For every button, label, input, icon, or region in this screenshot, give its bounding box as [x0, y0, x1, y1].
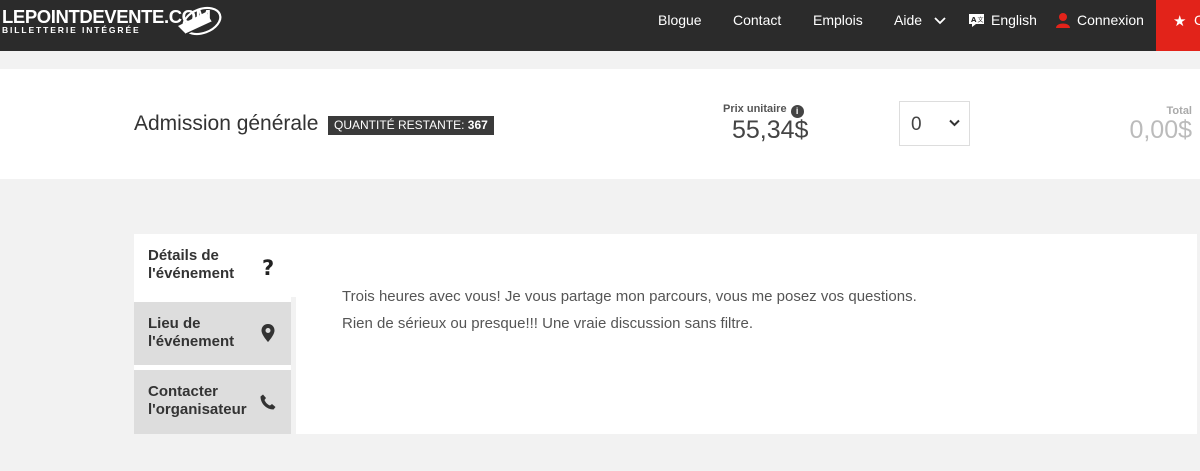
description-line-1: Trois heures avec vous! Je vous partage … [342, 288, 917, 305]
quantity-select[interactable]: 0 [899, 101, 970, 146]
svg-text:文: 文 [978, 16, 984, 24]
site-logo[interactable]: LEPOINTDEVENTE.COM BILLETTERIE INTÉGRÉE [0, 4, 230, 44]
event-description: Trois heures avec vous! Je vous partage … [342, 283, 917, 337]
cart-label: C [1194, 12, 1200, 28]
top-navbar: LEPOINTDEVENTE.COM BILLETTERIE INTÉGRÉE … [0, 0, 1200, 51]
tab-event-location[interactable]: Lieu de l'événement [134, 302, 291, 365]
user-icon [1056, 13, 1070, 28]
unit-price-label-text: Prix unitaire [723, 103, 787, 115]
unit-price-value: 55,34$ [732, 116, 809, 144]
question-icon: ? [262, 256, 275, 280]
language-switch-link[interactable]: A 文 English [968, 12, 1037, 28]
login-label: Connexion [1077, 12, 1144, 28]
phone-icon [260, 394, 276, 410]
tab-contact-organizer-label: Contacter l'organisateur [148, 383, 247, 418]
tab-event-details-label: Détails de l'événement [148, 247, 235, 282]
remaining-quantity-badge: QUANTITÉ RESTANTE: 367 [328, 116, 494, 135]
cart-button[interactable]: ★ C [1156, 0, 1200, 51]
login-link[interactable]: Connexion [1055, 12, 1144, 28]
logo-tagline: BILLETTERIE INTÉGRÉE [2, 25, 141, 35]
tab-event-location-label: Lieu de l'événement [148, 315, 235, 350]
translate-icon: A 文 [969, 14, 984, 27]
ticket-name: Admission générale [134, 112, 319, 135]
tab-contact-organizer[interactable]: Contacter l'organisateur [134, 370, 291, 434]
tab-divider [291, 297, 296, 434]
ticket-logo-icon [178, 6, 222, 36]
description-line-2: Rien de sérieux ou presque!!! Une vraie … [342, 315, 754, 332]
ticket-row: Admission générale QUANTITÉ RESTANTE: 36… [0, 69, 1200, 179]
nav-blogue-link[interactable]: Blogue [658, 12, 702, 28]
language-label: English [991, 12, 1037, 28]
remaining-label: QUANTITÉ RESTANTE: [334, 118, 465, 132]
star-icon: ★ [1173, 12, 1187, 30]
total-value: 0,00$ [1129, 116, 1192, 144]
tab-event-details[interactable]: Détails de l'événement ? [134, 234, 296, 297]
nav-aide-label: Aide [894, 12, 923, 28]
svg-text:A: A [971, 16, 977, 24]
chevron-down-icon [949, 119, 960, 127]
nav-contact-link[interactable]: Contact [733, 12, 781, 28]
map-pin-icon [261, 324, 275, 342]
nav-aide-dropdown[interactable]: Aide [894, 12, 946, 28]
remaining-value: 367 [467, 118, 488, 132]
quantity-value: 0 [911, 114, 922, 135]
chevron-down-icon [934, 17, 946, 25]
nav-emplois-link[interactable]: Emplois [813, 12, 863, 28]
